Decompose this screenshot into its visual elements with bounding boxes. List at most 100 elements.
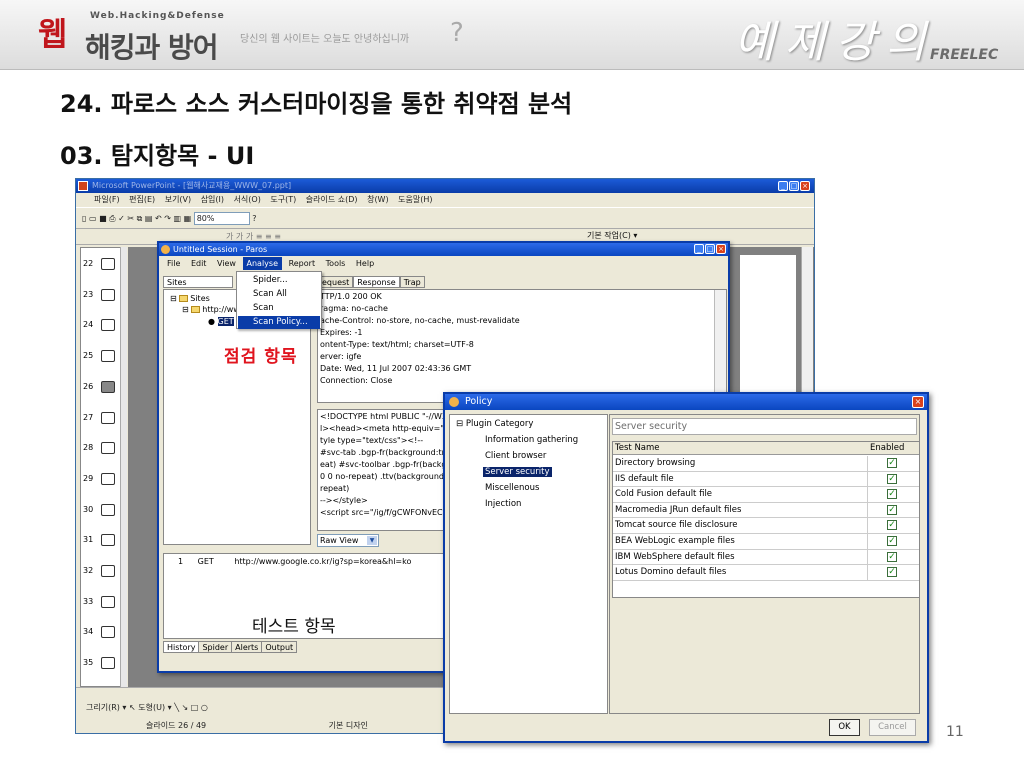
category-info-gathering[interactable]: Information gathering (485, 435, 578, 445)
line-icon[interactable]: ╲ ↘ □ ○ (174, 703, 208, 712)
slide-thumbnail[interactable]: 34 (83, 624, 121, 640)
ok-button[interactable]: OK (829, 719, 860, 736)
redo-icon[interactable]: ↷ (164, 214, 171, 223)
tree-node-get[interactable]: ● GET (208, 317, 234, 326)
menu-format[interactable]: 서식(O) (234, 195, 261, 204)
enabled-checkbox[interactable]: ✓ (887, 536, 897, 546)
tab-sites[interactable]: Sites (163, 276, 233, 288)
enabled-checkbox[interactable]: ✓ (887, 567, 897, 578)
save-icon[interactable]: ■ (99, 214, 107, 223)
slide-thumbnail[interactable]: 31 (83, 532, 121, 548)
minimize-icon[interactable]: _ (694, 244, 704, 254)
table-icon[interactable]: ▦ (184, 214, 192, 223)
menu-edit[interactable]: Edit (187, 257, 211, 270)
slide-thumbnail[interactable]: 26 (83, 379, 121, 395)
paste-icon[interactable]: ▤ (145, 214, 153, 223)
tree-node-sites[interactable]: ⊟ Sites (170, 294, 210, 303)
table-row[interactable]: Macromedia JRun default files ✓ (613, 502, 919, 519)
enabled-checkbox[interactable]: ✓ (887, 520, 897, 531)
close-icon[interactable]: × (716, 244, 726, 254)
category-injection[interactable]: Injection (485, 499, 521, 509)
menu-file[interactable]: File (163, 257, 184, 270)
tab-request[interactable]: equest (318, 276, 354, 288)
slide-thumbnail[interactable]: 35 (83, 655, 121, 671)
maximize-icon[interactable]: □ (789, 181, 799, 191)
table-row[interactable]: IBM WebSphere default files ✓ (613, 549, 919, 566)
slide-thumbnail[interactable]: 33 (83, 594, 121, 610)
undo-icon[interactable]: ↶ (155, 214, 162, 223)
design-button[interactable]: 기본 작업(C) ▾ (587, 230, 637, 241)
print-icon[interactable]: ⎙ (109, 214, 115, 223)
menu-window[interactable]: 창(W) (367, 195, 389, 204)
tab-spider[interactable]: Spider (198, 641, 233, 653)
help-icon[interactable]: ? (252, 214, 256, 223)
enabled-checkbox[interactable]: ✓ (887, 551, 897, 562)
menu-analyse[interactable]: Analyse (242, 257, 283, 270)
underline-icon[interactable]: 가 (246, 232, 253, 241)
table-row[interactable]: Cold Fusion default file ✓ (613, 487, 919, 503)
tab-alerts[interactable]: Alerts (231, 641, 263, 653)
bold-icon[interactable]: 가 (226, 232, 233, 241)
table-row[interactable]: Directory browsing ✓ (613, 456, 919, 472)
slide-thumbnail[interactable]: 27 (83, 410, 121, 426)
table-row[interactable]: 1 GET http://www.google.co.kr/ig?sp=kore… (178, 557, 411, 566)
enabled-checkbox[interactable]: ✓ (887, 473, 897, 484)
menu-item-scan-policy[interactable]: Scan Policy... (238, 316, 320, 329)
close-icon[interactable]: × (912, 396, 924, 408)
table-row[interactable]: BEA WebLogic example files ✓ (613, 534, 919, 550)
chart-icon[interactable]: ▥ (174, 214, 182, 223)
category-server-security[interactable]: Server security (483, 467, 552, 477)
tree-root[interactable]: ⊟ Plugin Category (456, 419, 533, 429)
menu-item-scan[interactable]: Scan (238, 302, 320, 315)
new-icon[interactable]: ▯ (82, 214, 86, 223)
draw-menu[interactable]: 그리기(R) ▾ (86, 703, 126, 712)
align-right-icon[interactable]: ≡ (274, 232, 281, 241)
enabled-checkbox[interactable]: ✓ (887, 458, 897, 468)
slide-thumbnail[interactable]: 25 (83, 348, 121, 364)
align-center-icon[interactable]: ≡ (265, 232, 272, 241)
maximize-icon[interactable]: □ (705, 244, 715, 254)
header-scrollbar[interactable] (714, 290, 726, 402)
slide-thumbnail[interactable]: 30 (83, 502, 121, 518)
view-mode-select[interactable]: Raw View ▼ (317, 534, 379, 547)
col-test-name[interactable]: Test Name (615, 443, 660, 453)
minimize-icon[interactable]: _ (778, 181, 788, 191)
cut-icon[interactable]: ✂ (127, 214, 134, 223)
table-row[interactable]: Lotus Domino default files ✓ (613, 565, 919, 581)
open-icon[interactable]: ▭ (89, 214, 97, 223)
enabled-checkbox[interactable]: ✓ (887, 489, 897, 500)
menu-tools[interactable]: Tools (322, 257, 350, 270)
menu-help[interactable]: Help (352, 257, 378, 270)
slide-thumbnail[interactable]: 29 (83, 471, 121, 487)
menu-item-spider[interactable]: Spider... (238, 274, 320, 287)
menu-help[interactable]: 도움말(H) (398, 195, 432, 204)
tab-output[interactable]: Output (261, 641, 298, 653)
slide-thumbnail[interactable]: 22 (83, 256, 121, 272)
menu-slideshow[interactable]: 슬라이드 쇼(D) (306, 195, 358, 204)
menu-tools[interactable]: 도구(T) (270, 195, 296, 204)
menu-insert[interactable]: 삽입(I) (201, 195, 224, 204)
menu-view[interactable]: View (213, 257, 240, 270)
tab-trap[interactable]: Trap (399, 276, 425, 288)
cancel-button[interactable]: Cancel (869, 719, 916, 736)
spell-icon[interactable]: ✓ (118, 214, 125, 223)
slide-thumbnail[interactable]: 28 (83, 440, 121, 456)
align-left-icon[interactable]: ≡ (256, 232, 263, 241)
enabled-checkbox[interactable]: ✓ (887, 504, 897, 515)
col-enabled[interactable]: Enabled (870, 443, 904, 453)
copy-icon[interactable]: ⧉ (137, 214, 143, 223)
menu-item-scan-all[interactable]: Scan All (238, 288, 320, 301)
table-row[interactable]: Tomcat source file disclosure ✓ (613, 518, 919, 534)
menu-view[interactable]: 보기(V) (165, 195, 191, 204)
select-arrow-icon[interactable]: ↖ (129, 703, 138, 712)
menu-edit[interactable]: 편집(E) (129, 195, 155, 204)
category-client-browser[interactable]: Client browser (485, 451, 546, 461)
shapes-menu[interactable]: 도형(U) ▾ (138, 703, 171, 712)
tab-response[interactable]: Response (353, 276, 400, 288)
response-header-pane[interactable]: TTP/1.0 200 OK ragma: no-cache ache-Cont… (317, 289, 727, 403)
tab-history[interactable]: History (163, 641, 200, 653)
zoom-select[interactable]: 80% (193, 212, 250, 225)
menu-file[interactable]: 파일(F) (94, 195, 120, 204)
table-row[interactable]: IIS default file ✓ (613, 471, 919, 488)
thumbnail-scrollbar[interactable] (120, 247, 127, 687)
